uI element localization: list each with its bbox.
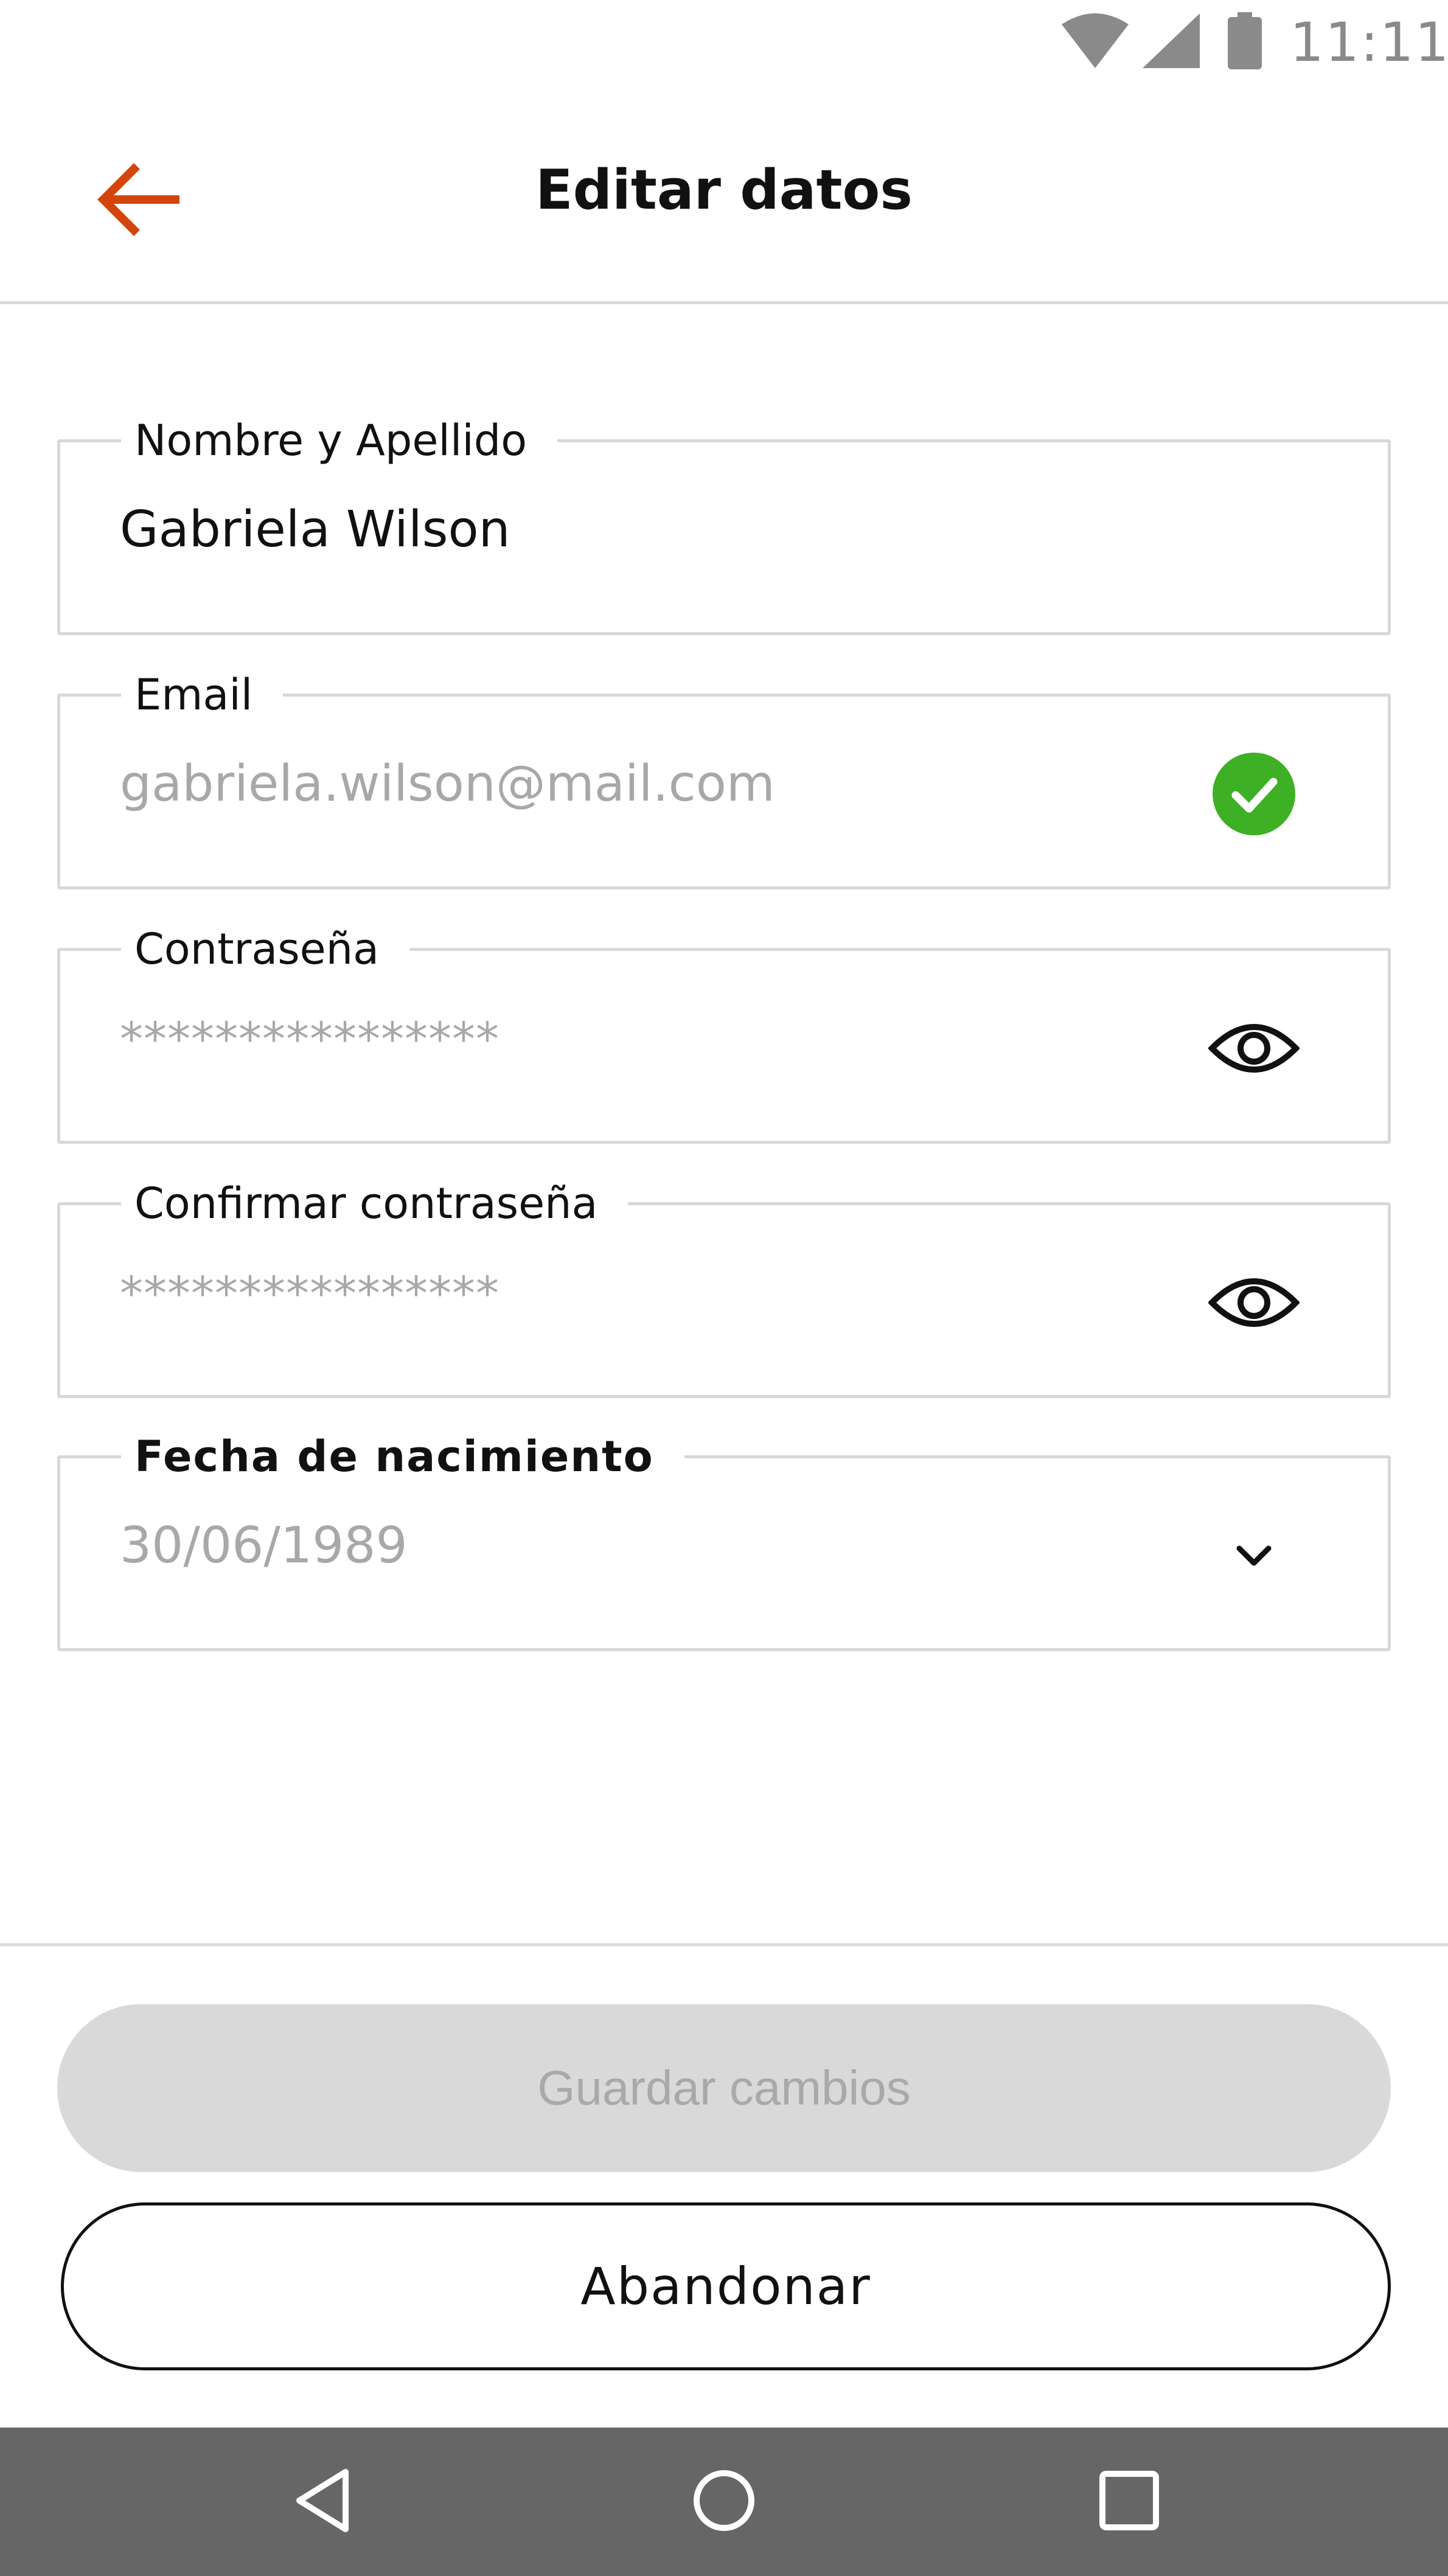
name-field[interactable]: Nombre y Apellido Gabriela Wilson [57,413,1391,635]
bottom-divider [0,1943,1448,1946]
check-circle-icon [1205,745,1303,843]
eye-icon[interactable] [1205,1254,1303,1351]
save-button[interactable]: Guardar cambios [57,2004,1391,2172]
nav-back-icon [292,2467,353,2537]
eye-icon[interactable] [1205,1000,1303,1097]
name-field-label: Nombre y Apellido [121,413,558,468]
password-field[interactable]: Contraseña **************** [57,922,1391,1144]
status-bar: 11:11 [0,0,1448,85]
nav-home-button[interactable] [681,2459,767,2544]
navigation-bar [0,2428,1448,2576]
status-time: 11:11 [1290,11,1448,74]
chevron-down-icon[interactable] [1205,1507,1303,1604]
password-field-label: Contraseña [121,922,409,976]
wifi-icon [1062,13,1129,71]
email-field-value[interactable]: gabriela.wilson@mail.com [120,755,775,813]
confirm-password-field-value[interactable]: **************** [120,1266,499,1320]
cancel-button[interactable]: Abandonar [61,2202,1391,2370]
nav-home-icon [691,2467,757,2537]
email-field-label: Email [121,667,284,722]
email-field[interactable]: Email gabriela.wilson@mail.com [57,667,1391,889]
birth-date-select[interactable]: Fecha de nacimiento 30/06/1989 [57,1429,1391,1651]
header: Editar datos [0,85,1448,304]
password-field-value[interactable]: **************** [120,1012,499,1066]
birth-date-value[interactable]: 30/06/1989 [120,1517,408,1575]
name-field-value[interactable]: Gabriela Wilson [120,501,510,559]
confirm-password-field[interactable]: Confirmar contraseña **************** [57,1176,1391,1398]
birth-date-label: Fecha de nacimiento [121,1429,684,1484]
nav-recent-icon [1098,2469,1161,2535]
battery-icon [1228,12,1262,72]
signal-icon [1143,13,1200,71]
nav-recent-button[interactable] [1087,2459,1172,2544]
nav-back-button[interactable] [280,2459,365,2544]
page-title: Editar datos [535,158,913,222]
confirm-password-field-label: Confirmar contraseña [121,1176,628,1231]
